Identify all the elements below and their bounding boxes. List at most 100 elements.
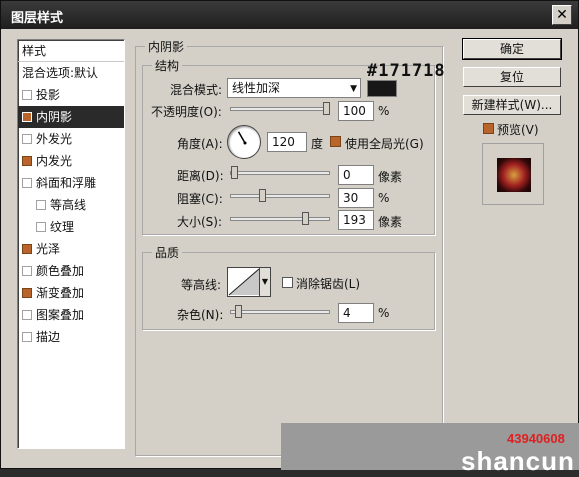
sidebar-item-label: 外发光 [36, 132, 73, 146]
dialog-title: 图层样式 [11, 11, 64, 26]
sidebar-item[interactable]: 光泽 [18, 238, 124, 260]
distance-slider-thumb[interactable] [231, 166, 238, 179]
sidebar-item-label: 内阴影 [36, 110, 73, 124]
size-input[interactable]: 193 [338, 210, 374, 230]
sidebar-item[interactable]: 内发光 [18, 150, 124, 172]
sidebar-item-checkbox[interactable] [22, 310, 32, 320]
sidebar-item[interactable]: 等高线 [18, 194, 124, 216]
sidebar-item-checkbox[interactable] [22, 134, 32, 144]
distance-input[interactable]: 0 [338, 165, 374, 185]
reset-button[interactable]: 复位 [463, 67, 561, 87]
blend-mode-value: 线性加深 [232, 81, 281, 95]
noise-input[interactable]: 4 [338, 303, 374, 323]
contour-label: 等高线: [181, 278, 222, 292]
sidebar-item-checkbox[interactable] [36, 222, 46, 232]
size-slider[interactable] [230, 212, 330, 225]
sidebar-item[interactable]: 图案叠加 [18, 304, 124, 326]
global-light-label[interactable]: 使用全局光(G) [345, 135, 424, 152]
styles-list-items: 混合选项:默认投影内阴影外发光内发光斜面和浮雕等高线纹理光泽颜色叠加渐变叠加图案… [18, 62, 124, 348]
antialias-label[interactable]: 消除锯齿(L) [296, 275, 360, 292]
preview-label[interactable]: 预览(V) [497, 121, 539, 138]
sidebar-item[interactable]: 混合选项:默认 [18, 62, 124, 84]
sidebar-item-label: 投影 [36, 88, 61, 102]
styles-list: 样式 混合选项:默认投影内阴影外发光内发光斜面和浮雕等高线纹理光泽颜色叠加渐变叠… [17, 39, 125, 449]
close-button[interactable]: ✕ [552, 5, 572, 25]
sidebar-item-checkbox[interactable] [36, 200, 46, 210]
contour-picker[interactable] [227, 267, 261, 297]
sidebar-item-checkbox[interactable] [22, 156, 32, 166]
sidebar-item-label: 颜色叠加 [36, 264, 85, 278]
noise-unit: % [378, 306, 390, 320]
quality-title: 品质 [152, 244, 183, 261]
sidebar-item-checkbox[interactable] [22, 332, 32, 342]
sidebar-item-checkbox[interactable] [22, 288, 32, 298]
ok-button[interactable]: 确定 [462, 38, 562, 60]
sidebar-item-label: 混合选项:默认 [22, 66, 99, 80]
style-preview-thumbnail [482, 143, 544, 205]
sidebar-item[interactable]: 颜色叠加 [18, 260, 124, 282]
choke-unit: % [378, 191, 390, 205]
noise-slider-thumb[interactable] [235, 305, 242, 318]
sidebar-item[interactable]: 描边 [18, 326, 124, 348]
chevron-down-icon: ▼ [350, 84, 357, 94]
sidebar-item-checkbox[interactable] [22, 178, 32, 188]
angle-dial[interactable] [227, 125, 261, 159]
opacity-slider[interactable] [230, 102, 330, 115]
title-bar: 图层样式 ✕ [1, 1, 578, 29]
angle-dial-needle [237, 131, 247, 145]
opacity-input[interactable]: 100 [338, 101, 374, 121]
new-style-button[interactable]: 新建样式(W)... [463, 95, 561, 115]
choke-label: 阻塞(C): [177, 192, 223, 206]
distance-label: 距离(D): [177, 169, 224, 183]
choke-slider[interactable] [230, 189, 330, 202]
sidebar-item-checkbox[interactable] [22, 266, 32, 276]
structure-title: 结构 [152, 57, 183, 74]
sidebar-item-checkbox[interactable] [22, 112, 32, 122]
size-label: 大小(S): [177, 215, 223, 229]
choke-input[interactable]: 30 [338, 188, 374, 208]
sidebar-item-label: 光泽 [36, 242, 61, 256]
sidebar-item-label: 描边 [36, 330, 61, 344]
opacity-unit: % [378, 104, 390, 118]
blend-mode-select[interactable]: 线性加深 ▼ [227, 78, 361, 98]
layer-style-dialog: 图层样式 ✕ 样式 混合选项:默认投影内阴影外发光内发光斜面和浮雕等高线纹理光泽… [0, 0, 579, 476]
sidebar-item[interactable]: 内阴影 [18, 106, 124, 128]
opacity-slider-thumb[interactable] [323, 102, 330, 115]
styles-list-header[interactable]: 样式 [18, 40, 124, 62]
color-annotation: #171718 [367, 61, 446, 81]
sidebar-item[interactable]: 斜面和浮雕 [18, 172, 124, 194]
sidebar-item[interactable]: 投影 [18, 84, 124, 106]
size-unit: 像素 [378, 215, 403, 229]
watermark-logo: shancun [461, 446, 575, 476]
sidebar-item[interactable]: 纹理 [18, 216, 124, 238]
angle-input[interactable]: 120 [267, 132, 307, 152]
contour-curve-icon [228, 268, 260, 296]
blend-mode-label: 混合模式: [170, 83, 223, 97]
chevron-down-icon: ▼ [261, 277, 269, 286]
sidebar-item-checkbox[interactable] [22, 90, 32, 100]
sidebar-item[interactable]: 外发光 [18, 128, 124, 150]
sidebar-item-checkbox[interactable] [22, 244, 32, 254]
preview-swatch [497, 158, 531, 192]
angle-unit: 度 [311, 137, 324, 151]
sidebar-item-label: 渐变叠加 [36, 286, 85, 300]
sidebar-item-label: 内发光 [36, 154, 73, 168]
shadow-color-swatch[interactable] [367, 80, 397, 97]
distance-slider[interactable] [230, 166, 330, 179]
sidebar-item-label: 等高线 [50, 198, 87, 212]
global-light-checkbox[interactable] [330, 136, 341, 147]
noise-label: 杂色(N): [177, 308, 224, 322]
opacity-label: 不透明度(O): [151, 105, 222, 119]
sidebar-item-label: 斜面和浮雕 [36, 176, 97, 190]
size-slider-thumb[interactable] [302, 212, 309, 225]
sidebar-item[interactable]: 渐变叠加 [18, 282, 124, 304]
contour-dropdown-button[interactable]: ▼ [259, 267, 271, 297]
choke-slider-thumb[interactable] [259, 189, 266, 202]
angle-label: 角度(A): [177, 137, 223, 151]
noise-slider[interactable] [230, 305, 330, 318]
sidebar-item-label: 纹理 [50, 220, 75, 234]
antialias-checkbox[interactable] [282, 277, 293, 288]
sidebar-item-label: 图案叠加 [36, 308, 85, 322]
watermark-number: 43940608 [507, 431, 565, 446]
preview-checkbox[interactable] [483, 123, 494, 134]
